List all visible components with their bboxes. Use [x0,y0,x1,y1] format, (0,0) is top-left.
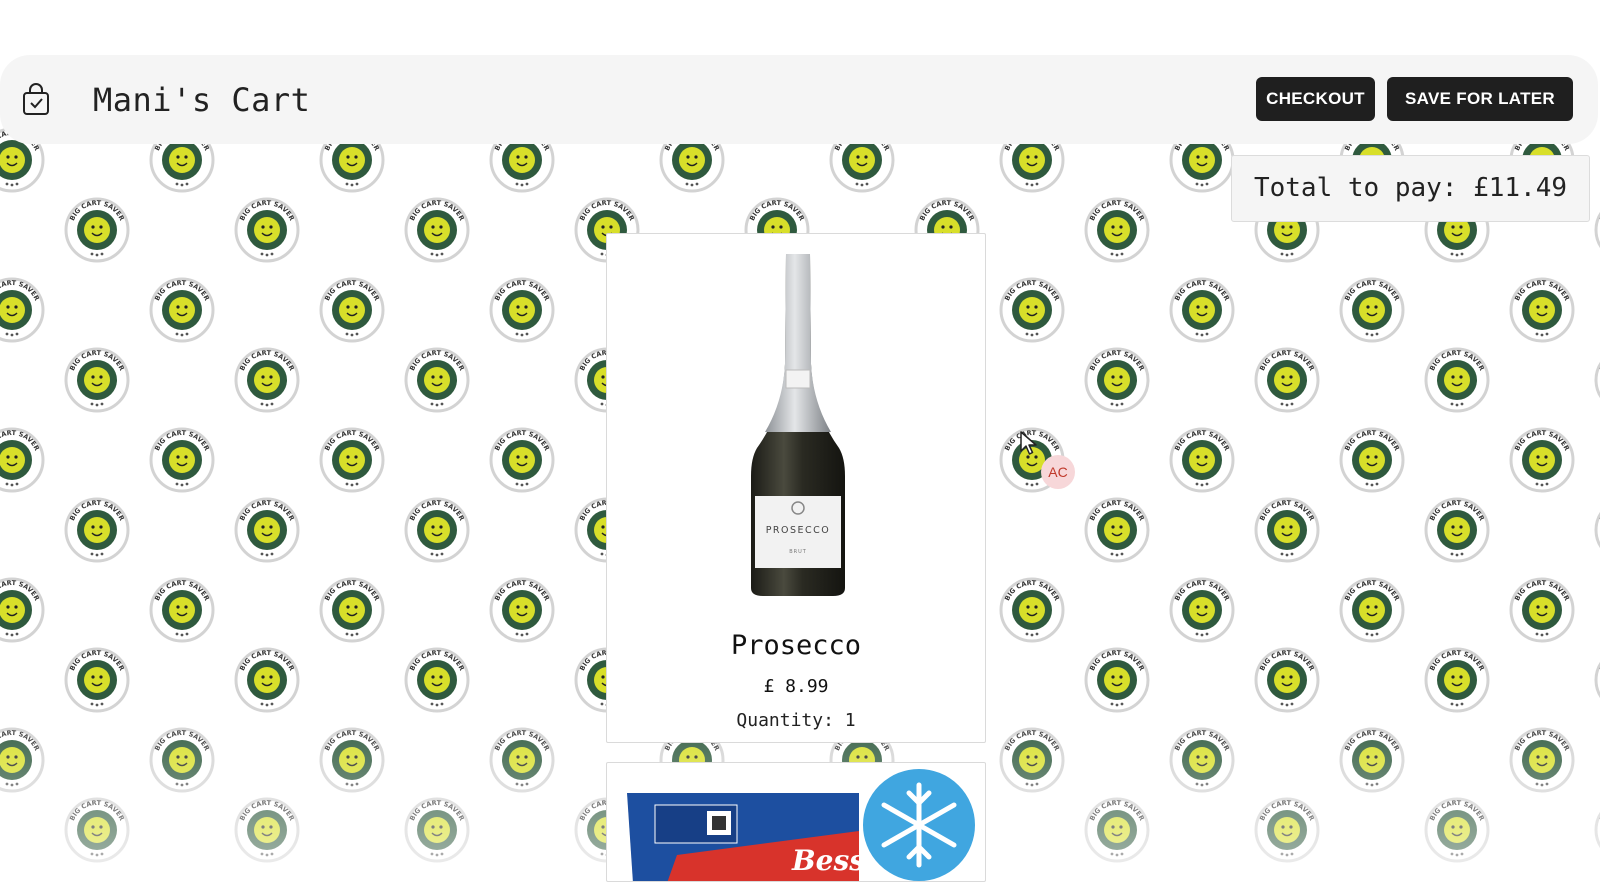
big-cart-saver-badge [999,577,1065,643]
big-cart-saver-badge [64,197,130,263]
big-cart-saver-badge [1424,647,1490,713]
mouse-pointer-icon [1020,431,1037,455]
big-cart-saver-badge [1169,277,1235,343]
big-cart-saver-badge [489,577,555,643]
big-cart-saver-badge [1339,727,1405,793]
big-cart-saver-badge [1084,497,1150,563]
big-cart-saver-badge [1594,197,1600,263]
big-cart-saver-badge [64,497,130,563]
big-cart-saver-badge [1084,197,1150,263]
big-cart-saver-badge [404,647,470,713]
shopping-bag-check-icon [23,83,49,115]
product-name: Prosecco [730,630,862,661]
product-card[interactable]: Bessie [606,762,986,882]
big-cart-saver-badge [1509,727,1575,793]
big-cart-saver-badge [1594,347,1600,413]
big-cart-saver-badge [1084,647,1150,713]
big-cart-saver-badge [64,647,130,713]
big-cart-saver-badge [64,797,130,863]
big-cart-saver-badge [404,347,470,413]
big-cart-saver-badge [1424,797,1490,863]
product-quantity: Quantity: 1 [736,710,856,731]
big-cart-saver-badge [234,497,300,563]
product-card[interactable]: PROSECCO BRUT Prosecco £ 8.99 Quantity: … [606,233,986,743]
big-cart-saver-badge [319,277,385,343]
big-cart-saver-badge [1254,347,1320,413]
big-cart-saver-badge [489,727,555,793]
big-cart-saver-badge [1084,797,1150,863]
bottle-label-subtext: BRUT [789,549,807,555]
big-cart-saver-badge [1339,577,1405,643]
cart-title: Mani's Cart [93,81,311,119]
big-cart-saver-badge [489,427,555,493]
big-cart-saver-badge [1594,647,1600,713]
big-cart-saver-badge [0,727,45,793]
product-image: Bessie [627,765,979,881]
big-cart-saver-badge [1254,797,1320,863]
big-cart-saver-badge [64,347,130,413]
collaborator-avatar: AC [1041,455,1075,489]
big-cart-saver-badge [149,277,215,343]
big-cart-saver-badge [0,277,45,343]
big-cart-saver-badge [1509,427,1575,493]
big-cart-saver-badge [234,197,300,263]
big-cart-saver-badge [1424,347,1490,413]
save-for-later-button[interactable]: SAVE FOR LATER [1387,77,1573,121]
big-cart-saver-badge [489,277,555,343]
big-cart-saver-badge [1594,797,1600,863]
checkout-button[interactable]: CHECKOUT [1256,77,1375,121]
big-cart-saver-badge [999,277,1065,343]
product-price: £ 8.99 [763,676,829,697]
big-cart-saver-badge [1169,427,1235,493]
header-bar: Mani's Cart CHECKOUT SAVE FOR LATER [0,55,1598,144]
big-cart-saver-badge [0,577,45,643]
big-cart-saver-badge [1509,577,1575,643]
bottle-label-text: PROSECCO [766,525,831,536]
big-cart-saver-badge [1339,427,1405,493]
big-cart-saver-badge [1169,727,1235,793]
big-cart-saver-badge [1254,497,1320,563]
big-cart-saver-badge [234,347,300,413]
big-cart-saver-badge [319,727,385,793]
prosecco-bottle-image: PROSECCO BRUT [751,254,845,596]
big-cart-saver-badge [1509,277,1575,343]
big-cart-saver-badge [234,797,300,863]
big-cart-saver-badge [1594,497,1600,563]
total-to-pay: Total to pay: £11.49 [1231,155,1590,222]
big-cart-saver-badge [1254,647,1320,713]
big-cart-saver-badge [319,577,385,643]
big-cart-saver-badge [999,727,1065,793]
big-cart-saver-badge [1339,277,1405,343]
big-cart-saver-badge [149,577,215,643]
big-cart-saver-badge [404,197,470,263]
big-cart-saver-badge [234,647,300,713]
big-cart-saver-badge [1169,577,1235,643]
big-cart-saver-badge [319,427,385,493]
big-cart-saver-badge [0,427,45,493]
big-cart-saver-badge [404,797,470,863]
big-cart-saver-badge [149,427,215,493]
big-cart-saver-badge [149,727,215,793]
big-cart-saver-badge [1424,497,1490,563]
big-cart-saver-badge [1084,347,1150,413]
big-cart-saver-badge [404,497,470,563]
